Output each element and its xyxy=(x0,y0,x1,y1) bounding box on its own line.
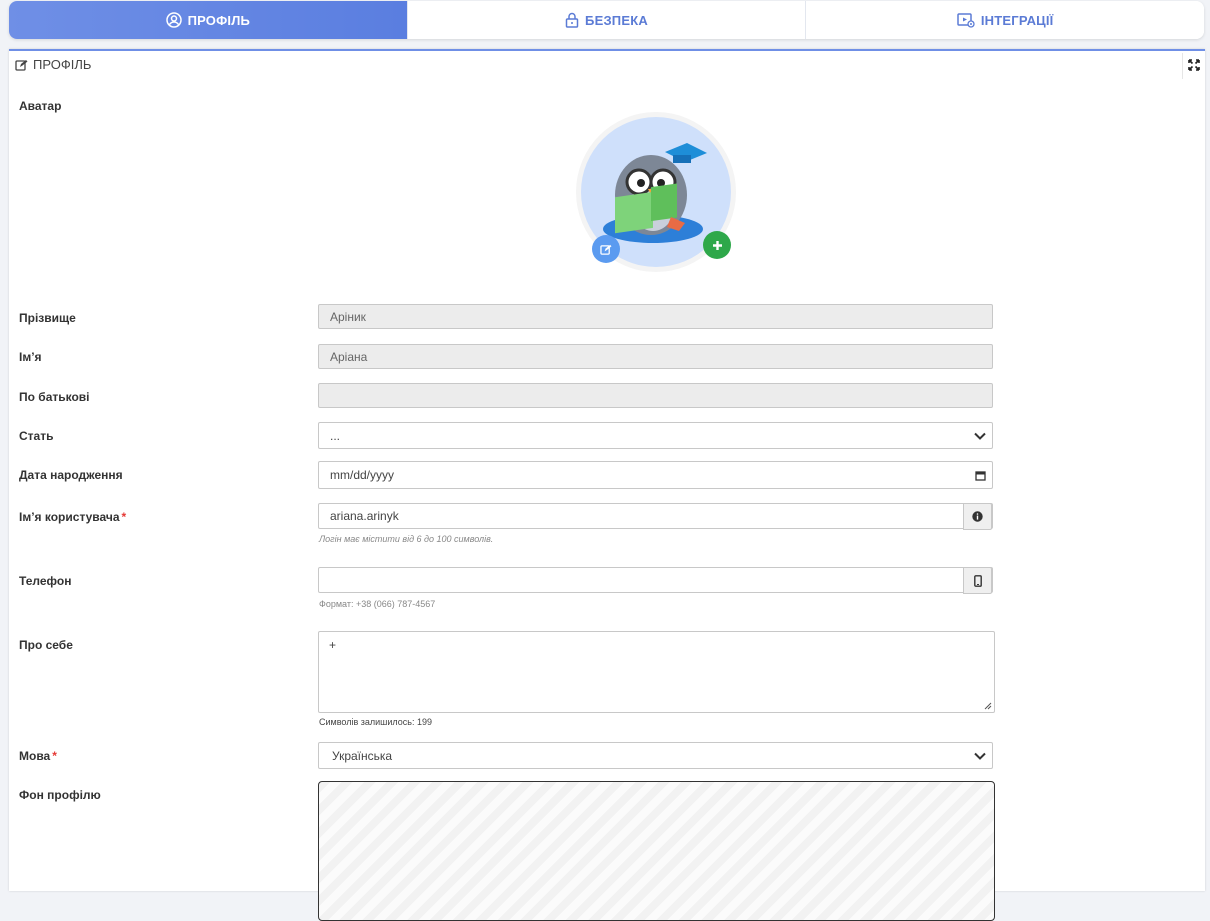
background-label: Фон профілю xyxy=(19,788,101,802)
name-field[interactable]: Аріана xyxy=(318,344,993,369)
profile-tabs: ПРОФІЛЬ БЕЗПЕКА ІНТЕГРАЦІЇ xyxy=(9,1,1204,39)
info-icon xyxy=(972,511,983,522)
name-label: Ім’я xyxy=(19,350,42,364)
user-circle-icon xyxy=(165,12,182,28)
chevron-down-icon xyxy=(974,752,986,760)
about-counter: Символів залишилось: 199 xyxy=(319,717,432,727)
gender-select[interactable]: ... xyxy=(318,422,993,449)
calendar-icon[interactable] xyxy=(975,470,986,481)
username-value: ariana.arinyk xyxy=(330,509,399,523)
language-label-text: Мова xyxy=(19,749,51,763)
birthdate-label: Дата народження xyxy=(19,468,123,482)
language-select[interactable]: Українська xyxy=(318,742,993,769)
gender-label: Стать xyxy=(19,429,54,443)
phone-field[interactable] xyxy=(318,567,993,594)
lock-icon xyxy=(565,12,579,28)
tab-profile[interactable]: ПРОФІЛЬ xyxy=(9,1,408,39)
gender-value: ... xyxy=(330,428,341,443)
profile-panel: ПРОФІЛЬ Аватар Прізвище Аріник Ім’я Аріа… xyxy=(9,49,1205,921)
tab-integrations-label: ІНТЕГРАЦІЇ xyxy=(980,12,1054,28)
phone-help: Формат: +38 (066) 787-4567 xyxy=(319,599,436,609)
panel-title: ПРОФІЛЬ xyxy=(33,57,92,72)
mobile-phone-icon xyxy=(973,574,982,587)
required-marker: * xyxy=(121,510,127,524)
username-info-addon xyxy=(963,503,992,530)
integration-icon xyxy=(957,12,975,28)
tab-profile-label: ПРОФІЛЬ xyxy=(187,12,251,28)
plus-icon xyxy=(712,240,722,250)
avatar-frame xyxy=(576,112,736,272)
phone-label: Телефон xyxy=(19,574,72,588)
required-marker: * xyxy=(52,749,57,763)
add-avatar-button[interactable] xyxy=(703,231,731,259)
tab-security[interactable]: БЕЗПЕКА xyxy=(407,1,807,39)
panel-header: ПРОФІЛЬ xyxy=(15,57,91,72)
about-textarea[interactable]: + xyxy=(318,631,995,713)
username-label: Ім’я користувача * xyxy=(19,510,126,524)
edit-avatar-button[interactable] xyxy=(592,235,620,263)
resize-handle-icon[interactable] xyxy=(983,701,992,710)
edit-icon xyxy=(600,244,612,255)
surname-label: Прізвище xyxy=(19,311,76,325)
avatar-label: Аватар xyxy=(19,99,62,113)
phone-addon xyxy=(963,567,992,594)
about-label: Про себе xyxy=(19,638,73,652)
patronymic-label: По батькові xyxy=(19,390,90,404)
surname-field[interactable]: Аріник xyxy=(318,304,993,329)
header-divider xyxy=(1182,53,1183,79)
tab-security-label: БЕЗПЕКА xyxy=(585,12,648,28)
name-value: Аріана xyxy=(330,349,368,364)
about-value: + xyxy=(329,638,337,652)
username-help: Логін має містити від 6 до 100 символів. xyxy=(319,534,494,544)
language-value: Українська xyxy=(332,748,393,763)
username-label-text: Ім’я користувача xyxy=(19,510,120,524)
birthdate-input[interactable]: mm/dd/yyyy xyxy=(318,461,993,489)
surname-value: Аріник xyxy=(330,309,366,324)
username-field[interactable]: ariana.arinyk xyxy=(318,503,993,530)
tab-integrations[interactable]: ІНТЕГРАЦІЇ xyxy=(806,1,1204,39)
patronymic-field[interactable] xyxy=(318,383,993,408)
language-label: Мова * xyxy=(19,749,57,763)
chevron-down-icon xyxy=(974,432,986,440)
edit-icon xyxy=(15,59,28,71)
birthdate-placeholder: mm/dd/yyyy xyxy=(330,468,395,482)
profile-background-dropzone[interactable] xyxy=(318,781,995,921)
expand-icon[interactable] xyxy=(1187,58,1201,72)
